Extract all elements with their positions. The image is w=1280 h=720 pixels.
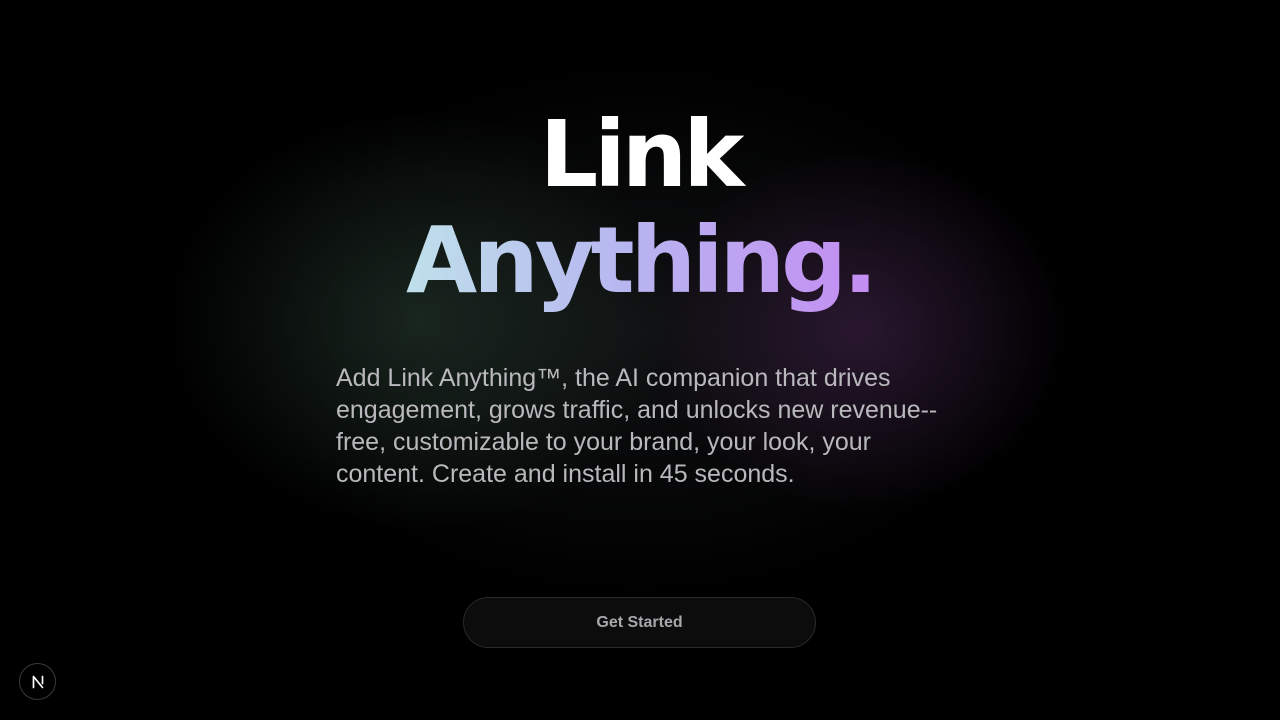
hero-description: Add Link Anything™, the AI companion tha… (336, 364, 938, 488)
next-logo-icon (32, 675, 43, 688)
next-dev-badge[interactable] (19, 663, 56, 700)
get-started-button[interactable]: Get Started (463, 597, 816, 648)
hero-title-anything: Anything. (0, 208, 1280, 314)
hero-title-anything-text: Anything. (406, 207, 878, 314)
hero-title-link: Link (539, 101, 745, 208)
hero-section: Link Anything. Add Link Anything™, the A… (0, 0, 1280, 720)
